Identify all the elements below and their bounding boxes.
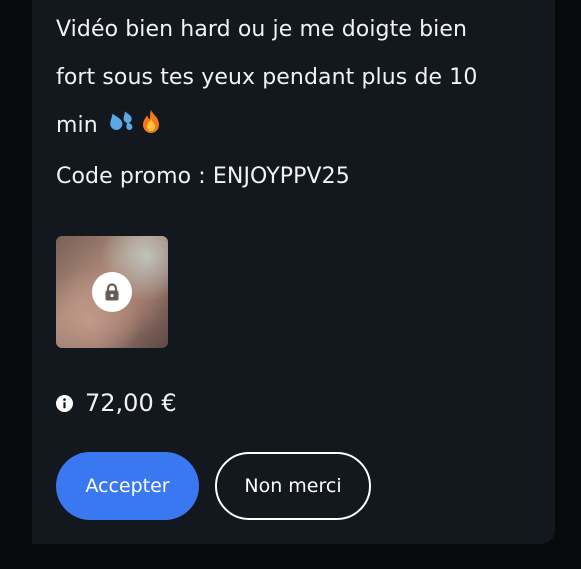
- price-row: 72,00 €: [56, 386, 177, 420]
- info-icon: [56, 394, 73, 412]
- message-line-1: Vidéo bien hard ou je me doigte bien: [56, 17, 468, 42]
- accept-button-label: Accepter: [85, 475, 170, 497]
- message-line-2: fort sous tes yeux pendant plus de 10: [56, 65, 478, 90]
- lock-badge: [92, 272, 132, 312]
- fire-icon: [139, 105, 163, 153]
- price-amount: 72,00 €: [85, 389, 177, 417]
- sweat-droplets-icon: [109, 105, 135, 153]
- promo-code: Code promo : ENJOYPPV25: [56, 164, 350, 189]
- decline-button-label: Non merci: [244, 475, 342, 497]
- accept-button[interactable]: Accepter: [56, 452, 199, 520]
- decline-button[interactable]: Non merci: [215, 452, 371, 520]
- locked-media-thumbnail[interactable]: [56, 236, 168, 348]
- message-line-3: min: [56, 102, 526, 153]
- message-text: Vidéo bien hard ou je me doigte bien for…: [56, 6, 526, 201]
- message-line-3-text: min: [56, 113, 98, 138]
- lock-icon: [104, 283, 120, 301]
- ppv-message-card: Vidéo bien hard ou je me doigte bien for…: [32, 0, 555, 544]
